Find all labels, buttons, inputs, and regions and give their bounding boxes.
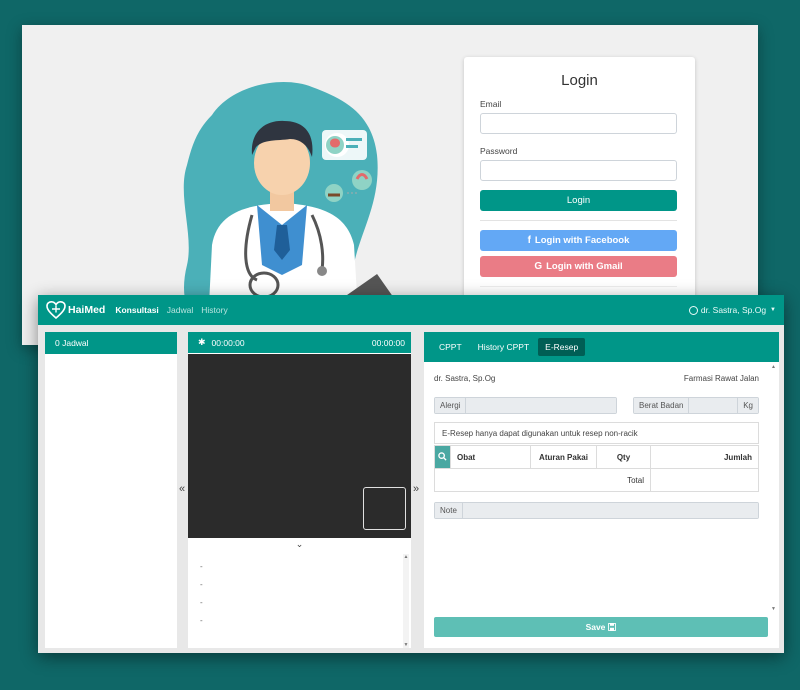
jadwal-header: 0 Jadwal <box>45 332 177 354</box>
scroll-down-icon[interactable]: ▼ <box>403 642 409 648</box>
tab-e-resep[interactable]: E-Resep <box>538 338 586 356</box>
user-menu[interactable]: dr. Sastra, Sp.Og ▼ <box>688 305 776 315</box>
scroll-up-icon[interactable]: ▲ <box>770 364 777 370</box>
facility-name: Farmasi Rawat Jalan <box>683 374 759 383</box>
nav-jadwal[interactable]: Jadwal <box>167 305 193 315</box>
total-row: Total <box>434 468 759 492</box>
user-icon <box>688 305 698 315</box>
gear-icon[interactable]: ✱ <box>198 337 206 348</box>
google-icon: G <box>534 261 543 272</box>
video-header: ✱ 00:00:00 00:00:00 <box>188 332 411 354</box>
facebook-icon: f <box>527 235 531 246</box>
chevron-down-icon: ▼ <box>770 307 776 313</box>
collapse-right-icon[interactable]: » <box>413 483 419 495</box>
panel-scrollbar[interactable]: ▲ ▼ <box>770 362 777 612</box>
doctor-row: dr. Sastra, Sp.Og Farmasi Rawat Jalan <box>434 374 769 383</box>
video-panel: ✱ 00:00:00 00:00:00 ⌄ - - - - ▲ ▼ <box>188 332 411 648</box>
tab-history-cppt[interactable]: History CPPT <box>471 338 536 356</box>
call-timer: 00:00:00 <box>211 337 245 348</box>
tab-cppt[interactable]: CPPT <box>432 338 469 356</box>
jadwal-panel: 0 Jadwal <box>45 332 177 648</box>
login-title: Login <box>561 72 598 89</box>
password-field[interactable] <box>480 160 677 181</box>
berat-badan-label: Berat Badan <box>634 398 689 413</box>
email-field[interactable] <box>480 113 677 134</box>
note-input[interactable] <box>461 503 758 518</box>
login-facebook-label: Login with Facebook <box>534 235 630 246</box>
patient-fields: Alergi Berat Badan Kg <box>434 397 769 414</box>
berat-badan-field[interactable]: Berat Badan Kg <box>633 397 759 414</box>
list-item: - <box>200 562 203 571</box>
col-jumlah: Jumlah <box>650 445 759 469</box>
login-facebook-button[interactable]: f Login with Facebook <box>480 230 677 251</box>
resep-table: Obat Aturan Pakai Qty Jumlah Total <box>434 445 759 492</box>
col-aturan-pakai: Aturan Pakai <box>530 445 597 469</box>
col-obat: Obat <box>450 445 531 469</box>
e-resep-form: dr. Sastra, Sp.Og Farmasi Rawat Jalan Al… <box>424 362 779 648</box>
self-view-video[interactable] <box>363 487 406 530</box>
login-gmail-label: Login with Gmail <box>546 261 623 272</box>
heart-logo-icon <box>46 301 66 319</box>
alergi-label: Alergi <box>435 398 466 413</box>
tab-bar: CPPT History CPPT E-Resep <box>424 332 779 362</box>
alergi-field[interactable]: Alergi <box>434 397 617 414</box>
doctor-name: dr. Sastra, Sp.Og <box>434 374 496 383</box>
nav-konsultasi[interactable]: Konsultasi <box>115 305 158 315</box>
password-label: Password <box>480 146 518 156</box>
app-window: HaiMed Konsultasi Jadwal History dr. Sas… <box>38 295 784 653</box>
col-qty: Qty <box>596 445 651 469</box>
login-card: Login Email Password Login f Login with … <box>464 57 695 307</box>
list-item: - <box>200 616 203 625</box>
login-button[interactable]: Login <box>480 190 677 211</box>
save-button[interactable]: Save <box>434 617 768 637</box>
floppy-icon <box>608 623 617 631</box>
brand[interactable]: HaiMed <box>46 301 105 319</box>
brand-name: HaiMed <box>68 304 106 316</box>
call-duration: 00:00:00 <box>371 337 405 348</box>
video-area <box>188 354 411 538</box>
alergi-input[interactable] <box>465 398 616 413</box>
login-divider <box>480 220 677 221</box>
navbar: HaiMed Konsultasi Jadwal History dr. Sas… <box>38 295 784 325</box>
list-item: - <box>200 598 203 607</box>
user-name: dr. Sastra, Sp.Og <box>700 305 767 315</box>
total-value <box>650 468 759 492</box>
search-icon[interactable] <box>434 445 451 469</box>
cppt-panel: CPPT History CPPT E-Resep dr. Sastra, Sp… <box>424 332 779 648</box>
expand-down-icon[interactable]: ⌄ <box>188 538 411 550</box>
scroll-down-icon[interactable]: ▼ <box>770 606 777 612</box>
save-label: Save <box>585 622 606 632</box>
berat-unit: Kg <box>737 398 758 413</box>
chat-list: - - - - ▲ ▼ <box>188 550 411 648</box>
info-text: E-Resep hanya dapat digunakan untuk rese… <box>434 422 759 444</box>
table-header-row: Obat Aturan Pakai Qty Jumlah <box>434 445 759 469</box>
note-label: Note <box>435 503 462 518</box>
login-gmail-button[interactable]: G Login with Gmail <box>480 256 677 277</box>
berat-badan-input[interactable] <box>688 398 738 413</box>
note-field[interactable]: Note <box>434 502 759 519</box>
email-label: Email <box>480 99 502 109</box>
total-label: Total <box>434 468 651 492</box>
collapse-left-icon[interactable]: « <box>179 483 185 495</box>
scroll-up-icon[interactable]: ▲ <box>403 554 409 560</box>
list-item: - <box>200 580 203 589</box>
chat-scrollbar[interactable]: ▲ ▼ <box>403 554 409 648</box>
nav-history[interactable]: History <box>201 305 227 315</box>
